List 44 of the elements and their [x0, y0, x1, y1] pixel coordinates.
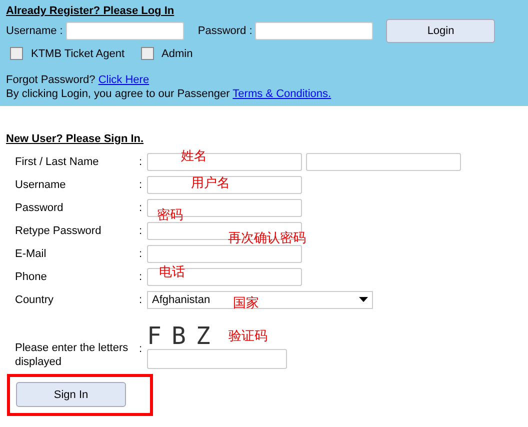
colon: : — [139, 294, 144, 306]
field-label: Password — [15, 202, 64, 214]
colon: : — [139, 156, 144, 168]
input-field[interactable] — [147, 244, 302, 262]
section-heading: Already Register? Please Log In — [6, 5, 176, 17]
field-label: Retype Password — [15, 224, 102, 236]
annotation-text: 密码 — [157, 206, 183, 224]
caret-icon — [359, 297, 368, 302]
checkbox[interactable] — [140, 47, 154, 60]
annotation-text: 验证码 — [228, 327, 268, 345]
input-field[interactable] — [147, 176, 302, 194]
annotation-text: 用户名 — [191, 174, 230, 192]
last-name-field[interactable] — [306, 152, 461, 170]
captcha-text: FBZ — [147, 322, 220, 350]
checkbox-label: KTMB Ticket Agent — [31, 48, 125, 60]
field-label: E-Mail — [15, 248, 48, 260]
field-label: Phone — [15, 270, 48, 282]
password-field[interactable] — [255, 22, 374, 40]
annotation-text: 再次确认密码 — [228, 229, 306, 247]
annotation-text: 姓名 — [181, 147, 207, 165]
sign-in-button[interactable]: Sign In — [16, 382, 126, 407]
colon: : — [139, 248, 144, 260]
colon: : — [139, 224, 144, 236]
colon: : — [139, 343, 144, 357]
colon: : — [139, 202, 144, 214]
colon: : — [139, 270, 144, 282]
click-here-link[interactable]: Click Here — [98, 74, 150, 86]
checkbox-label: Admin — [162, 48, 193, 60]
username-field[interactable] — [66, 22, 184, 40]
login-button[interactable]: Login — [386, 19, 496, 43]
annotation-text: 电话 — [159, 263, 185, 281]
field-label: Country — [15, 294, 55, 306]
section-heading: New User? Please Sign In. — [6, 133, 145, 145]
terms-link[interactable]: Terms & Conditions. — [232, 88, 332, 100]
field-label: Password : — [198, 25, 252, 37]
captcha-field[interactable] — [147, 349, 287, 369]
field-label: First / Last Name — [15, 156, 100, 168]
field-label: Username : — [6, 25, 63, 37]
field-label: Please enter the letters displayed — [15, 341, 130, 369]
forgot-text: Forgot Password? — [6, 74, 96, 86]
field-label: Username — [15, 178, 67, 190]
agree-text: By clicking Login, you agree to our Passenger — [6, 88, 230, 100]
colon: : — [139, 178, 144, 190]
checkbox[interactable] — [10, 47, 23, 60]
